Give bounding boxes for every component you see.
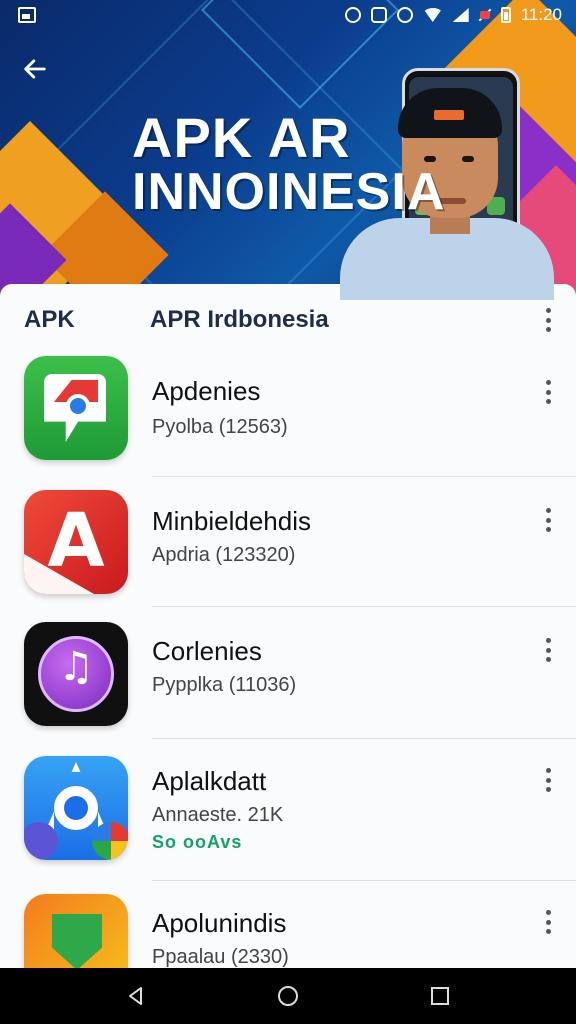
signal-icon [452, 8, 469, 22]
app-list-card: APK APR Irdbonesia Apdenies Pyolba (1256… [0, 284, 576, 968]
app-list-item[interactable]: A Minbieldehdis Apdria (123320) [0, 490, 576, 620]
section-label: APK [24, 306, 75, 333]
mute-icon [479, 7, 491, 23]
status-bar: 11:20 [0, 0, 576, 30]
app-list-item[interactable]: Aplalkdatt Annaeste. 21K So ooAvs [0, 756, 576, 898]
nav-home-button[interactable] [268, 976, 308, 1016]
banner-title: APK AR INNOINESIA [132, 106, 446, 221]
app-subtitle: Annaeste. 21K [152, 804, 284, 826]
shield-icon [24, 894, 128, 968]
maps-icon [24, 356, 128, 460]
app-more-button[interactable] [536, 636, 560, 664]
app-subtitle: Pypplka (11036) [152, 674, 297, 696]
divider [152, 738, 576, 739]
nav-recents-button[interactable] [420, 976, 460, 1016]
navigation-icon [24, 756, 128, 860]
app-more-button[interactable] [536, 378, 560, 406]
battery-icon [500, 7, 511, 23]
app-subtitle: Apdria (123320) [152, 544, 296, 566]
header-banner: APK AR INNOINESIA [0, 0, 576, 300]
app-list-item[interactable]: ♫ Corlenies Pypplka (11036) [0, 622, 576, 752]
back-button[interactable] [18, 52, 52, 86]
section-title: APR Irdbonesia [150, 306, 329, 333]
letter-a-icon: A [24, 490, 128, 594]
music-note-icon: ♫ [24, 622, 128, 726]
divider [152, 606, 576, 607]
section-more-button[interactable] [536, 306, 560, 334]
vibrate-icon [396, 7, 413, 23]
app-more-button[interactable] [536, 506, 560, 534]
app-list-item[interactable]: Apdenies Pyolba (12563) [0, 356, 576, 486]
circle-home-icon [278, 986, 298, 1006]
wifi-icon [422, 8, 443, 22]
square-recents-icon [431, 987, 449, 1005]
app-more-button[interactable] [536, 908, 560, 936]
divider [152, 476, 576, 477]
app-name: Apolunindis [152, 908, 287, 938]
triangle-back-icon [129, 987, 142, 1005]
app-subtitle: Pyolba (12563) [152, 416, 288, 438]
divider [152, 880, 576, 881]
status-right: 11:20 [344, 5, 562, 25]
app-subtitle: Ppaalau (2330) [152, 946, 289, 968]
system-navigation-bar [0, 968, 576, 1024]
banner-title-line1: APK AR [132, 106, 351, 169]
banner-title-line2: INNOINESIA [132, 163, 446, 221]
notification-icon [370, 7, 387, 23]
status-time: 11:20 [520, 5, 562, 24]
nav-back-button[interactable] [116, 976, 156, 1016]
app-name: Apdenies [152, 376, 261, 406]
status-left [18, 7, 36, 23]
location-icon [344, 7, 361, 23]
app-name: Minbieldehdis [152, 506, 311, 536]
arrow-left-icon [24, 59, 46, 79]
app-list-item[interactable]: Apolunindis Ppaalau (2330) [0, 894, 576, 968]
app-tag: So ooAvs [152, 832, 243, 852]
app-more-button[interactable] [536, 766, 560, 794]
app-name: Aplalkdatt [152, 766, 267, 796]
gallery-notification-icon [18, 7, 36, 23]
app-name: Corlenies [152, 636, 262, 666]
